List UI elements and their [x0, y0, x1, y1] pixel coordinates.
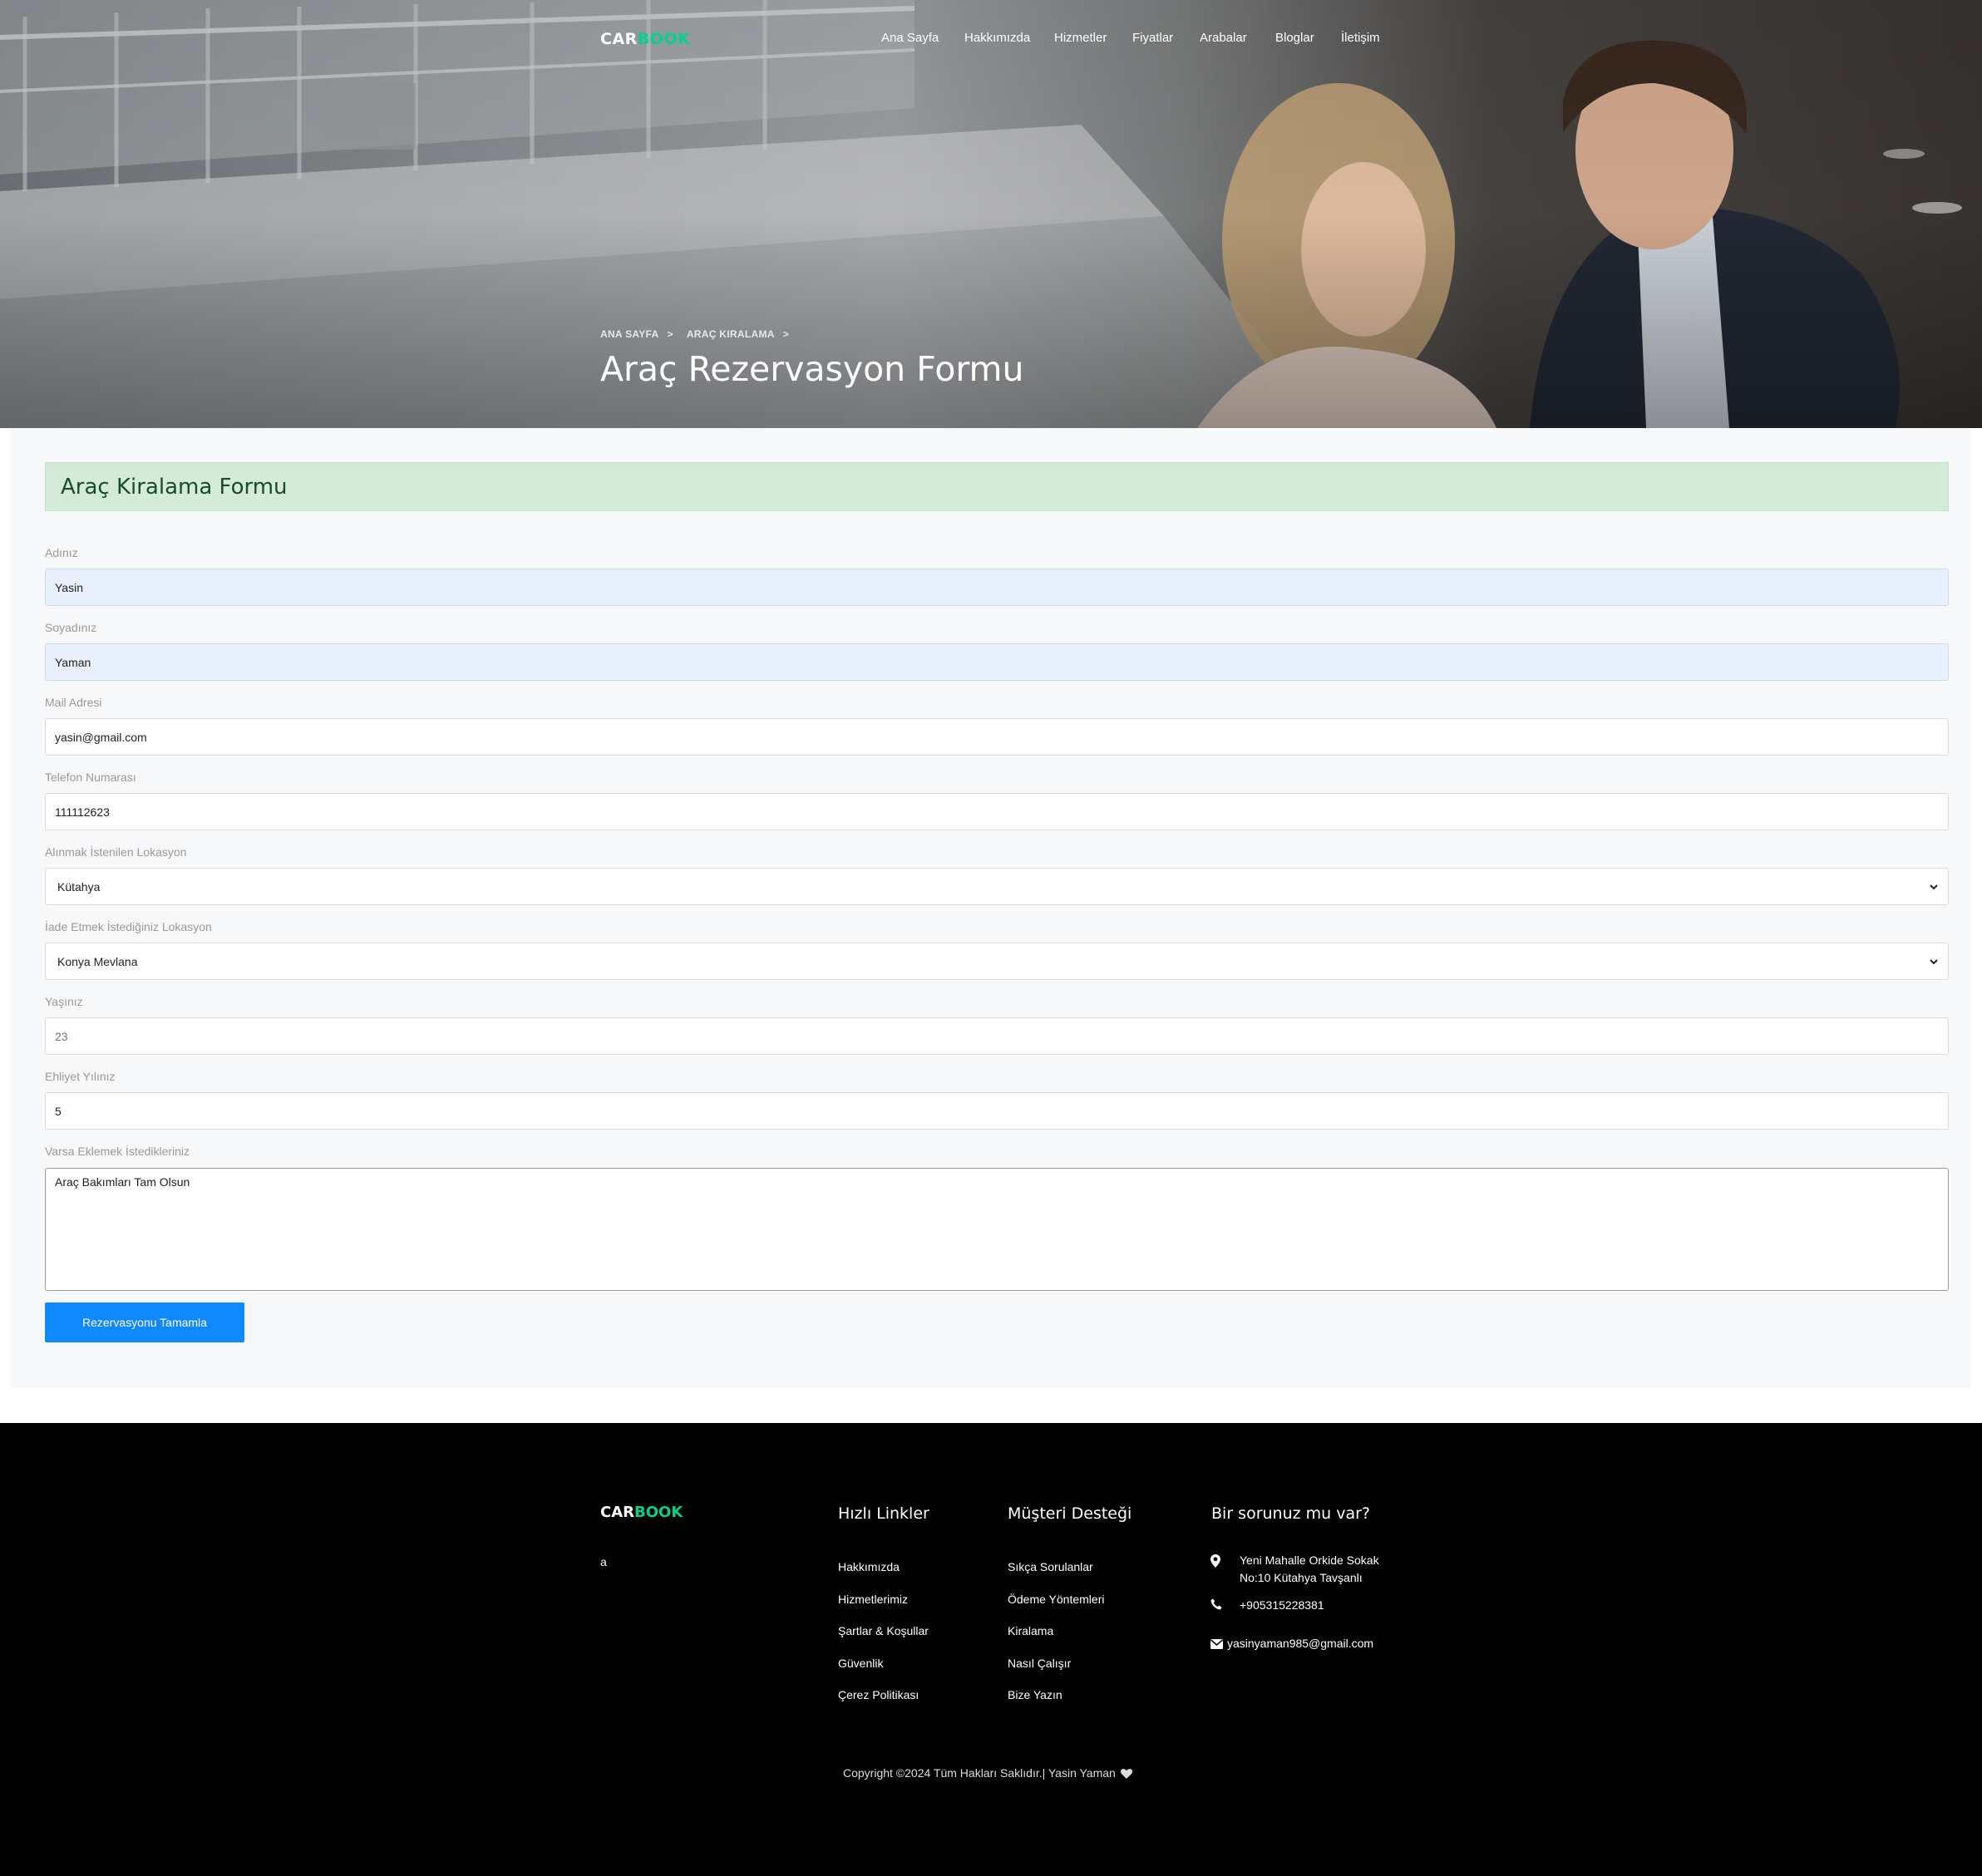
quick-links-heading: Hızlı Linkler [838, 1504, 929, 1523]
footer-logo-book-text: BOOK [634, 1504, 683, 1521]
copyright-label: Copyright ©2024 Tüm Hakları Saklıdır.| Y… [843, 1766, 1116, 1780]
footer-link-write-us[interactable]: Bize Yazın [1008, 1688, 1062, 1701]
license-years-input[interactable] [45, 1092, 1949, 1130]
logo-book-text: BOOK [637, 30, 691, 48]
logo-car-text: CAR [600, 30, 638, 48]
footer-logo[interactable]: CARBOOK [600, 1504, 683, 1521]
age-label: Yaşınız [45, 995, 83, 1008]
age-input[interactable] [45, 1017, 1949, 1055]
breadcrumb-separator: > [667, 328, 673, 340]
footer-link-faq[interactable]: Sıkça Sorulanlar [1008, 1560, 1093, 1573]
return-location-value: Konya Mevlana [57, 954, 138, 968]
return-location-label: İade Etmek İstediğiniz Lokasyon [45, 920, 212, 933]
heart-icon [1120, 1769, 1132, 1779]
return-location-select[interactable]: Konya Mevlana [45, 943, 1949, 980]
nav-item-pricing[interactable]: Fiyatlar [1132, 31, 1173, 45]
breadcrumb-separator: > [782, 328, 790, 340]
license-years-label: Ehliyet Yılınız [45, 1070, 116, 1083]
breadcrumb-home[interactable]: ANA SAYFA > [600, 328, 680, 340]
page-title: Araç Rezervasyon Formu [600, 349, 1024, 389]
nav-item-home[interactable]: Ana Sayfa [881, 31, 939, 45]
nav-item-cars[interactable]: Arabalar [1200, 31, 1247, 45]
form-title: Araç Kiralama Formu [61, 475, 288, 500]
site-footer [0, 1423, 1982, 1876]
pickup-location-label: Alınmak İstenilen Lokasyon [45, 845, 187, 859]
nav-item-contact[interactable]: İletişim [1341, 31, 1380, 45]
chevron-down-icon [1930, 884, 1938, 889]
footer-link-payment-methods[interactable]: Ödeme Yöntemleri [1008, 1593, 1104, 1606]
nav-item-about[interactable]: Hakkımızda [964, 31, 1030, 45]
email-address[interactable]: yasinyaman985@gmail.com [1227, 1637, 1373, 1650]
first-name-label: Adınız [45, 546, 78, 559]
phone-number[interactable]: +905315228381 [1240, 1598, 1324, 1612]
address-line-1: Yeni Mahalle Orkide Sokak [1240, 1553, 1379, 1567]
map-marker-icon [1210, 1554, 1220, 1568]
pickup-location-select[interactable]: Kütahya [45, 868, 1949, 905]
footer-link-cookies[interactable]: Çerez Politikası [838, 1688, 919, 1701]
address-line-2: No:10 Kütahya Tavşanlı [1240, 1571, 1363, 1584]
footer-link-terms[interactable]: Şartlar & Koşullar [838, 1624, 929, 1637]
footer-link-rental[interactable]: Kiralama [1008, 1624, 1053, 1637]
navbar-logo[interactable]: CARBOOK [600, 30, 690, 48]
first-name-input[interactable] [45, 569, 1949, 606]
breadcrumb: ANA SAYFA > ARAÇ KIRALAMA > [600, 328, 802, 340]
email-input[interactable] [45, 718, 1949, 756]
phone-icon [1210, 1598, 1222, 1610]
footer-link-services[interactable]: Hizmetlerimiz [838, 1593, 908, 1606]
customer-support-heading: Müşteri Desteği [1008, 1504, 1132, 1523]
notes-textarea[interactable]: Araç Bakımları Tam Olsun [45, 1168, 1949, 1291]
footer-about-text: a [600, 1555, 607, 1568]
pickup-location-value: Kütahya [57, 879, 101, 894]
contact-heading: Bir sorunuz mu var? [1211, 1504, 1371, 1523]
copyright-text: Copyright ©2024 Tüm Hakları Saklıdır.| Y… [843, 1766, 1132, 1780]
last-name-input[interactable] [45, 643, 1949, 681]
form-title-alert: Araç Kiralama Formu [45, 462, 1949, 511]
last-name-label: Soyadınız [45, 621, 97, 634]
email-label: Mail Adresi [45, 696, 102, 709]
chevron-down-icon [1930, 958, 1938, 964]
footer-link-about[interactable]: Hakkımızda [838, 1560, 900, 1573]
complete-reservation-button[interactable]: Rezervasyonu Tamamla [45, 1302, 244, 1342]
envelope-icon [1210, 1639, 1223, 1649]
footer-logo-car-text: CAR [600, 1504, 635, 1521]
nav-item-blogs[interactable]: Bloglar [1275, 31, 1314, 45]
phone-input[interactable] [45, 793, 1949, 830]
footer-link-how-it-works[interactable]: Nasıl Çalışır [1008, 1657, 1071, 1670]
breadcrumb-current: ARAÇ KIRALAMA > [686, 328, 790, 340]
footer-link-security[interactable]: Güvenlik [838, 1657, 883, 1670]
notes-label: Varsa Eklemek İstedikleriniz [45, 1145, 190, 1158]
phone-label: Telefon Numarası [45, 771, 136, 784]
nav-item-services[interactable]: Hizmetler [1054, 31, 1107, 45]
